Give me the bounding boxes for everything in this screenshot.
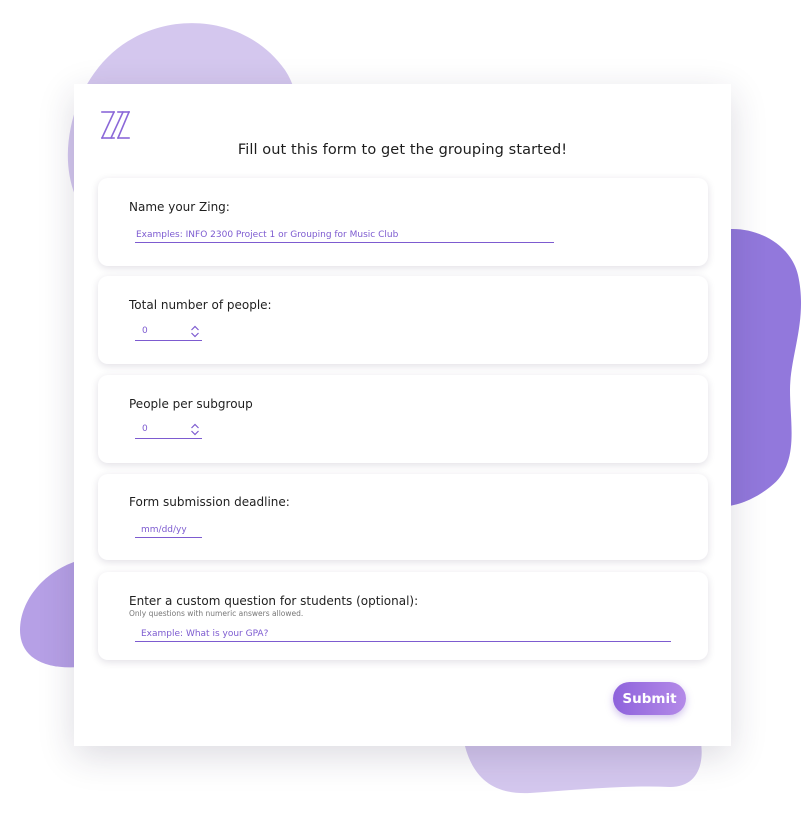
zing-logo-icon bbox=[100, 110, 130, 140]
stepper-arrows-icon[interactable] bbox=[190, 423, 200, 436]
name-section: Name your Zing: bbox=[98, 178, 708, 266]
custom-question-input[interactable] bbox=[135, 627, 671, 642]
form-title: Fill out this form to get the grouping s… bbox=[237, 142, 568, 158]
form-card: Fill out this form to get the grouping s… bbox=[74, 84, 731, 746]
deadline-label: Form submission deadline: bbox=[129, 495, 290, 509]
total-people-value: 0 bbox=[142, 326, 148, 336]
custom-question-section: Enter a custom question for students (op… bbox=[98, 572, 708, 660]
zing-name-input[interactable] bbox=[135, 228, 554, 243]
submit-button[interactable]: Submit bbox=[613, 682, 686, 715]
total-people-section: Total number of people: 0 bbox=[98, 276, 708, 364]
per-subgroup-stepper[interactable]: 0 bbox=[135, 423, 202, 439]
stepper-arrows-icon[interactable] bbox=[190, 325, 200, 338]
per-subgroup-label: People per subgroup bbox=[129, 397, 253, 411]
total-people-label: Total number of people: bbox=[129, 298, 272, 312]
per-subgroup-section: People per subgroup 0 bbox=[98, 375, 708, 463]
per-subgroup-value: 0 bbox=[142, 424, 148, 434]
total-people-stepper[interactable]: 0 bbox=[135, 325, 202, 341]
custom-question-label: Enter a custom question for students (op… bbox=[129, 594, 419, 608]
page: Fill out this form to get the grouping s… bbox=[0, 0, 810, 819]
deadline-input[interactable] bbox=[135, 523, 202, 538]
name-label: Name your Zing: bbox=[129, 200, 230, 214]
custom-question-note: Only questions with numeric answers allo… bbox=[129, 609, 304, 618]
deadline-section: Form submission deadline: bbox=[98, 474, 708, 560]
